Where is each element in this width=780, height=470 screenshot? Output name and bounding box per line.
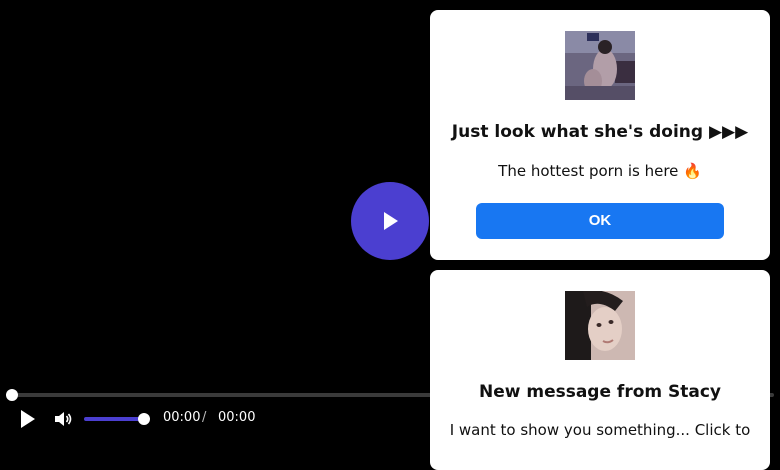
popup-message: I want to show you something... Click to bbox=[449, 421, 751, 439]
big-play-button[interactable] bbox=[351, 182, 429, 260]
notification-popup[interactable]: Just look what she's doing ▶▶▶ The hotte… bbox=[430, 10, 770, 260]
message-popup[interactable]: New message from Stacy I want to show yo… bbox=[430, 270, 770, 470]
speaker-icon[interactable] bbox=[53, 409, 73, 429]
popup-title: Just look what she's doing ▶▶▶ bbox=[451, 122, 749, 142]
avatar bbox=[565, 291, 635, 360]
ok-button[interactable]: OK bbox=[476, 203, 724, 239]
volume-slider[interactable] bbox=[84, 417, 146, 421]
popup-title: New message from Stacy bbox=[478, 382, 722, 402]
time-separator: / bbox=[202, 410, 207, 425]
thumbnail-image bbox=[565, 31, 635, 100]
popup-message: The hottest porn is here 🔥 bbox=[498, 162, 702, 180]
current-time: 00:00 bbox=[163, 410, 201, 425]
play-icon bbox=[384, 212, 398, 230]
total-time: 00:00 bbox=[218, 410, 256, 425]
progress-handle[interactable] bbox=[6, 389, 18, 401]
volume-handle[interactable] bbox=[138, 413, 150, 425]
play-icon[interactable] bbox=[19, 409, 37, 429]
